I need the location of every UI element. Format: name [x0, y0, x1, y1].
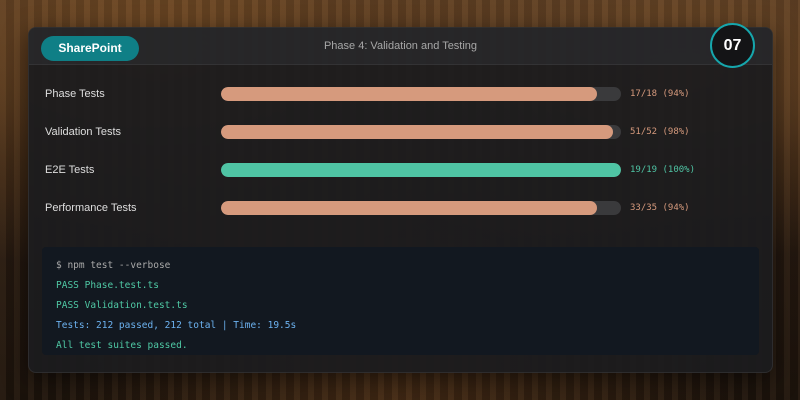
- metric-label: Performance Tests: [45, 202, 137, 214]
- metric-value: 19/19 (100%): [630, 165, 696, 175]
- progress-bar-track: [221, 87, 621, 101]
- metric-row-e2e-tests: E2E Tests 19/19 (100%): [29, 161, 772, 181]
- sharepoint-brand-button[interactable]: SharePoint: [41, 36, 139, 61]
- terminal-line: $ npm test --verbose: [56, 260, 171, 271]
- test-results-panel: SharePoint Phase 4: Validation and Testi…: [28, 27, 773, 373]
- metric-label: E2E Tests: [45, 164, 95, 176]
- progress-bar-track: [221, 201, 621, 215]
- metric-row-performance-tests: Performance Tests 33/35 (94%): [29, 199, 772, 219]
- metric-value: 51/52 (98%): [630, 127, 690, 137]
- step-number-badge: 07: [710, 23, 755, 68]
- terminal-line: Tests: 212 passed, 212 total | Time: 19.…: [56, 320, 297, 331]
- metric-label: Phase Tests: [45, 88, 105, 100]
- metric-value: 17/18 (94%): [630, 89, 690, 99]
- page-title: Phase 4: Validation and Testing: [323, 40, 478, 52]
- panel-header: SharePoint Phase 4: Validation and Testi…: [29, 28, 772, 65]
- progress-bar-fill: [221, 87, 597, 101]
- terminal-output: $ npm test --verbose PASS Phase.test.ts …: [42, 247, 759, 355]
- metric-value: 33/35 (94%): [630, 203, 690, 213]
- terminal-line: All test suites passed.: [56, 340, 188, 351]
- progress-bar-track: [221, 125, 621, 139]
- progress-bar-fill: [221, 125, 613, 139]
- terminal-line: PASS Validation.test.ts: [56, 300, 188, 311]
- metric-row-phase-tests: Phase Tests 17/18 (94%): [29, 85, 772, 105]
- progress-bar-fill: [221, 163, 621, 177]
- terminal-line: PASS Phase.test.ts: [56, 280, 159, 291]
- progress-bar-fill: [221, 201, 597, 215]
- metric-row-validation-tests: Validation Tests 51/52 (98%): [29, 123, 772, 143]
- metric-label: Validation Tests: [45, 126, 122, 138]
- progress-bar-track: [221, 163, 621, 177]
